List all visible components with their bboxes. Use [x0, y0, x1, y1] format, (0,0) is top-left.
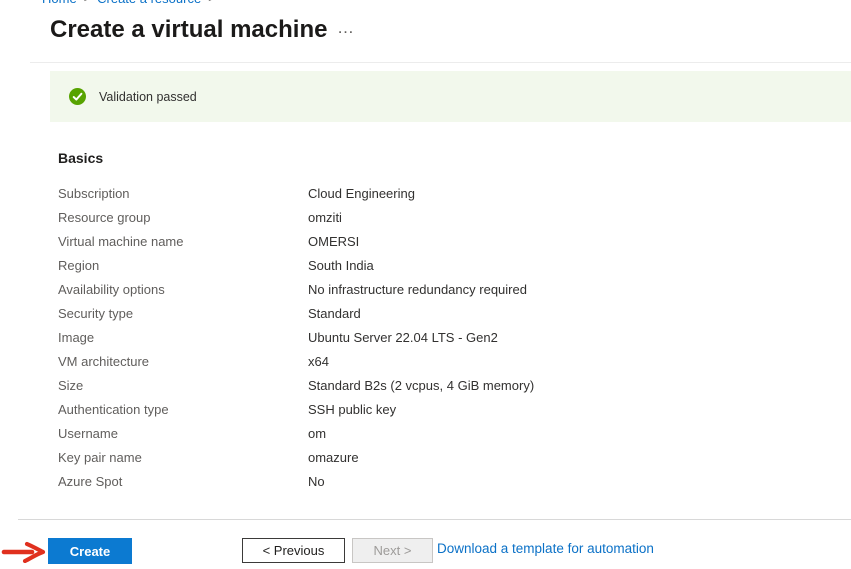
success-check-icon [69, 88, 86, 105]
detail-row-region: Region South India [58, 253, 831, 277]
detail-row-vm-architecture: VM architecture x64 [58, 349, 831, 373]
detail-value: SSH public key [308, 402, 396, 417]
detail-row-security-type: Security type Standard [58, 301, 831, 325]
detail-value: omziti [308, 210, 342, 225]
page-title: Create a virtual machine [50, 16, 327, 44]
detail-label: Availability options [58, 282, 308, 297]
detail-row-resource-group: Resource group omziti [58, 205, 831, 229]
validation-banner-text: Validation passed [99, 90, 197, 104]
detail-label: Username [58, 426, 308, 441]
detail-value: Ubuntu Server 22.04 LTS - Gen2 [308, 330, 498, 345]
details-list: Subscription Cloud Engineering Resource … [58, 181, 831, 493]
detail-label: Azure Spot [58, 474, 308, 489]
detail-value: Standard B2s (2 vcpus, 4 GiB memory) [308, 378, 534, 393]
detail-value: No infrastructure redundancy required [308, 282, 527, 297]
detail-value: om [308, 426, 326, 441]
detail-label: Subscription [58, 186, 308, 201]
detail-row-subscription: Subscription Cloud Engineering [58, 181, 831, 205]
detail-row-virtual-machine-name: Virtual machine name OMERSI [58, 229, 831, 253]
detail-label: Virtual machine name [58, 234, 308, 249]
breadcrumb-separator: > [84, 0, 90, 5]
breadcrumb-link-create-a-resource[interactable]: Create a resource [97, 0, 201, 6]
detail-value: South India [308, 258, 374, 273]
breadcrumb: Home > Create a resource > [42, 0, 215, 6]
create-button[interactable]: Create [48, 538, 132, 564]
breadcrumb-separator: > [208, 0, 214, 5]
detail-value: Cloud Engineering [308, 186, 415, 201]
footer-divider [18, 519, 851, 520]
detail-row-username: Username om [58, 421, 831, 445]
detail-value: OMERSI [308, 234, 359, 249]
detail-row-size: Size Standard B2s (2 vcpus, 4 GiB memory… [58, 373, 831, 397]
more-options-icon[interactable]: … [337, 18, 355, 38]
header-divider [30, 62, 851, 63]
detail-label: Region [58, 258, 308, 273]
previous-button[interactable]: < Previous [242, 538, 345, 563]
detail-row-authentication-type: Authentication type SSH public key [58, 397, 831, 421]
detail-label: Security type [58, 306, 308, 321]
detail-label: Size [58, 378, 308, 393]
next-button[interactable]: Next > [352, 538, 433, 563]
detail-value: omazure [308, 450, 359, 465]
breadcrumb-link-home[interactable]: Home [42, 0, 77, 6]
detail-value: Standard [308, 306, 361, 321]
detail-label: Authentication type [58, 402, 308, 417]
detail-label: Key pair name [58, 450, 308, 465]
red-arrow-annotation [1, 541, 49, 563]
detail-row-azure-spot: Azure Spot No [58, 469, 831, 493]
validation-banner: Validation passed [50, 71, 851, 122]
section-heading-basics: Basics [58, 150, 103, 166]
detail-label: Resource group [58, 210, 308, 225]
detail-label: Image [58, 330, 308, 345]
detail-label: VM architecture [58, 354, 308, 369]
detail-row-key-pair-name: Key pair name omazure [58, 445, 831, 469]
download-template-link[interactable]: Download a template for automation [437, 541, 654, 556]
detail-value: No [308, 474, 325, 489]
detail-row-availability-options: Availability options No infrastructure r… [58, 277, 831, 301]
detail-row-image: Image Ubuntu Server 22.04 LTS - Gen2 [58, 325, 831, 349]
detail-value: x64 [308, 354, 329, 369]
